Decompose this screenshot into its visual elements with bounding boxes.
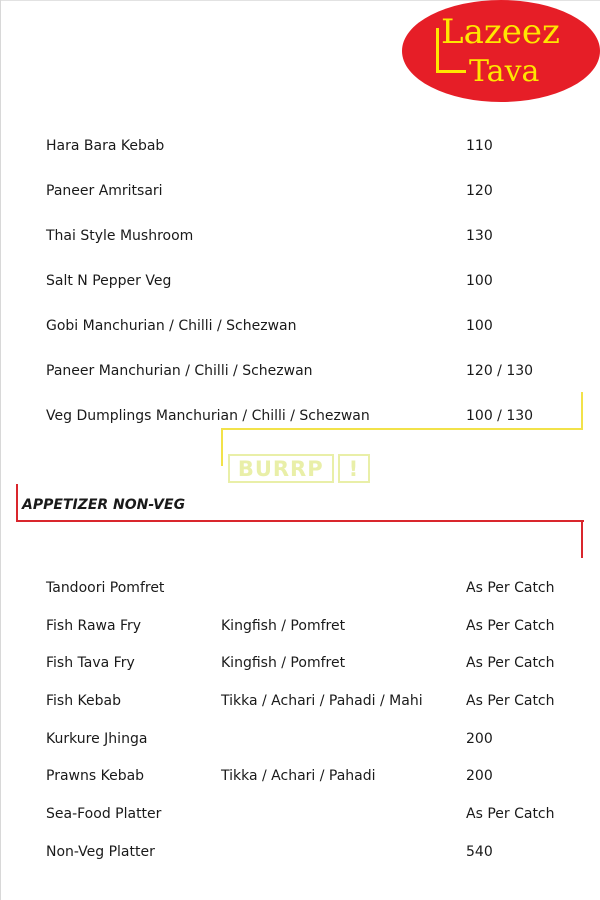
menu-item-variant: Kingfish / Pomfret	[221, 618, 346, 634]
logo-l-stroke	[436, 28, 439, 72]
brand-name-line2: Tava	[469, 54, 540, 89]
menu-item-name: Prawns Kebab	[46, 768, 145, 784]
brand-name-line1: Lazeez	[441, 12, 560, 52]
menu-item-price: 100 / 130	[466, 408, 534, 424]
menu-item-name: Paneer Amritsari	[46, 183, 163, 199]
section-title: APPETIZER NON-VEG	[22, 497, 186, 513]
menu-item-variant: Tikka / Achari / Pahadi	[221, 768, 376, 784]
menu-item-name: Fish Kebab	[46, 693, 121, 709]
menu-item-name: Paneer Manchurian / Chilli / Schezwan	[46, 363, 313, 379]
menu-item-price: As Per Catch	[466, 580, 555, 596]
menu-item-price: 100	[466, 273, 493, 289]
menu-item-name: Non-Veg Platter	[46, 844, 155, 860]
menu-item-price: 110	[466, 138, 493, 154]
menu-item-name: Tandoori Pomfret	[46, 580, 165, 596]
menu-item-price: As Per Catch	[466, 618, 555, 634]
menu-item-name: Sea-Food Platter	[46, 806, 162, 822]
menu-item-name: Thai Style Mushroom	[46, 228, 194, 244]
divider-red-left	[16, 484, 18, 522]
divider-yellow-horizontal	[221, 428, 583, 430]
menu-item-price: 120 / 130	[466, 363, 534, 379]
menu-item-price: 540	[466, 844, 493, 860]
menu-item-variant: Kingfish / Pomfret	[221, 655, 346, 671]
menu-item-name: Hara Bara Kebab	[46, 138, 165, 154]
menu-item-price: 200	[466, 768, 493, 784]
divider-yellow-left	[221, 428, 223, 466]
watermark-word: BURRP	[227, 454, 334, 483]
divider-yellow-right	[581, 392, 583, 430]
page-border-left	[0, 0, 1, 900]
menu-item-price: As Per Catch	[466, 806, 555, 822]
menu-item-price: 120	[466, 183, 493, 199]
menu-item-name: Fish Tava Fry	[46, 655, 135, 671]
menu-item-price: As Per Catch	[466, 693, 555, 709]
divider-red-horizontal	[16, 520, 584, 522]
menu-item-price: 130	[466, 228, 493, 244]
menu-item-name: Kurkure Jhinga	[46, 731, 148, 747]
menu-item-name: Salt N Pepper Veg	[46, 273, 172, 289]
menu-item-name: Fish Rawa Fry	[46, 618, 142, 634]
menu-item-name: Veg Dumplings Manchurian / Chilli / Sche…	[46, 408, 370, 424]
logo-l-foot	[436, 70, 466, 73]
burrp-watermark: BURRP !	[227, 452, 371, 485]
menu-item-price: As Per Catch	[466, 655, 555, 671]
watermark-mark: !	[337, 454, 371, 483]
divider-red-right	[581, 520, 583, 558]
menu-item-price: 100	[466, 318, 493, 334]
menu-item-variant: Tikka / Achari / Pahadi / Mahi	[221, 693, 423, 709]
menu-item-name: Gobi Manchurian / Chilli / Schezwan	[46, 318, 297, 334]
menu-item-price: 200	[466, 731, 493, 747]
